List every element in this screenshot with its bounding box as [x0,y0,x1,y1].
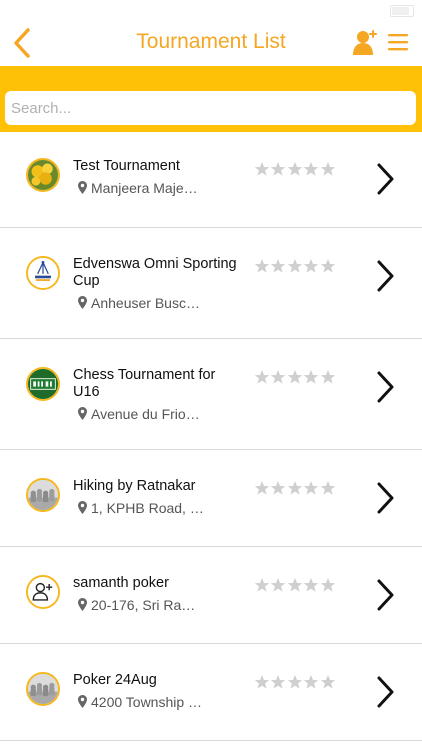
star-empty-icon [254,674,270,690]
edvenswa-logo-icon [28,258,58,288]
tournament-location: 1, KPHB Road, … [78,500,248,516]
tournament-thumbnail [26,158,60,192]
star-empty-icon [254,369,270,385]
location-text: Avenue du Frio… [91,406,200,422]
rating-stars [254,161,336,177]
location-text: Anheuser Busc… [91,295,200,311]
star-empty-icon [303,161,319,177]
star-empty-icon [287,577,303,593]
star-empty-icon [287,674,303,690]
battery-icon [390,5,414,17]
star-empty-icon [287,480,303,496]
tournament-list-screen: Carrier 10:54 AM Tournament List Search.… [0,0,422,750]
map-pin-icon [78,181,87,194]
tournament-row[interactable]: Poker 24Aug 4200 Township … [0,644,422,741]
tournament-row[interactable]: Chess Tournament for U16 Avenue du Frio… [0,339,422,450]
user-add-icon [353,30,377,55]
chevron-right-icon [373,481,397,515]
star-empty-icon [320,674,336,690]
location-text: 4200 Township … [91,694,203,710]
map-pin-icon [78,695,87,708]
tournament-name: Edvenswa Omni Sporting Cup [73,256,237,289]
add-user-icon [28,577,58,607]
star-empty-icon [320,480,336,496]
map-pin-icon [78,598,87,611]
add-player-button[interactable] [352,28,378,56]
star-empty-icon [270,161,286,177]
tournament-location: 4200 Township … [78,694,248,710]
map-pin-icon [78,296,87,309]
chevron-right-icon [373,162,397,196]
map-pin-icon [78,407,87,420]
star-empty-icon [287,161,303,177]
menu-button[interactable] [386,30,410,54]
star-empty-icon [254,161,270,177]
star-empty-icon [303,480,319,496]
chevron-right-icon [373,370,397,404]
tournament-thumbnail [26,367,60,401]
star-empty-icon [270,369,286,385]
star-empty-icon [254,258,270,274]
tournament-row[interactable]: samanth poker 20-176, Sri Ra… [0,547,422,644]
hamburger-menu-icon [388,34,408,51]
star-empty-icon [270,674,286,690]
star-empty-icon [287,258,303,274]
star-empty-icon [320,258,336,274]
navigation-bar: Tournament List [0,20,422,64]
star-empty-icon [270,480,286,496]
rating-stars [254,369,336,385]
star-empty-icon [303,258,319,274]
rating-stars [254,577,336,593]
flowers-image-icon [28,160,58,190]
star-empty-icon [303,369,319,385]
star-empty-icon [320,577,336,593]
tournament-row[interactable]: Edvenswa Omni Sporting Cup Anheuser Busc… [0,228,422,339]
tournament-row[interactable]: Hiking by Ratnakar 1, KPHB Road, … [0,450,422,547]
star-empty-icon [254,577,270,593]
status-bar: Carrier 10:54 AM [0,0,422,22]
tournament-thumbnail [26,478,60,512]
chevron-right-icon [373,259,397,293]
tournament-name: samanth poker [73,575,169,591]
rating-stars [254,674,336,690]
star-empty-icon [270,258,286,274]
tournament-name: Hiking by Ratnakar [73,478,196,494]
tournament-name: Test Tournament [73,158,180,174]
star-empty-icon [270,577,286,593]
tournament-location: 20-176, Sri Ra… [78,597,248,613]
tournament-name: Chess Tournament for U16 [73,367,216,400]
rating-stars [254,258,336,274]
location-text: 1, KPHB Road, … [91,500,204,516]
star-empty-icon [254,480,270,496]
location-text: Manjeera Maje… [91,180,198,196]
tournament-name: Poker 24Aug [73,672,157,688]
map-pin-icon [78,501,87,514]
tournament-thumbnail [26,256,60,290]
green-sign-image-icon [28,369,58,399]
crowd-image-icon [28,480,58,510]
star-empty-icon [287,369,303,385]
clock: 10:54 AM [182,3,240,18]
tournament-thumbnail [26,672,60,706]
tournament-row[interactable]: Test Tournament Manjeera Maje… [0,132,422,228]
tournament-location: Avenue du Frio… [78,406,248,422]
star-empty-icon [303,577,319,593]
search-bar-container [0,66,422,132]
search-input[interactable] [5,91,416,125]
location-text: 20-176, Sri Ra… [91,597,196,613]
chevron-right-icon [373,578,397,612]
star-empty-icon [320,161,336,177]
crowd-image-icon [28,674,58,704]
tournament-location: Manjeera Maje… [78,180,248,196]
rating-stars [254,480,336,496]
tournament-thumbnail [26,575,60,609]
star-empty-icon [320,369,336,385]
chevron-right-icon [373,675,397,709]
tournament-location: Anheuser Busc… [78,295,248,311]
star-empty-icon [303,674,319,690]
